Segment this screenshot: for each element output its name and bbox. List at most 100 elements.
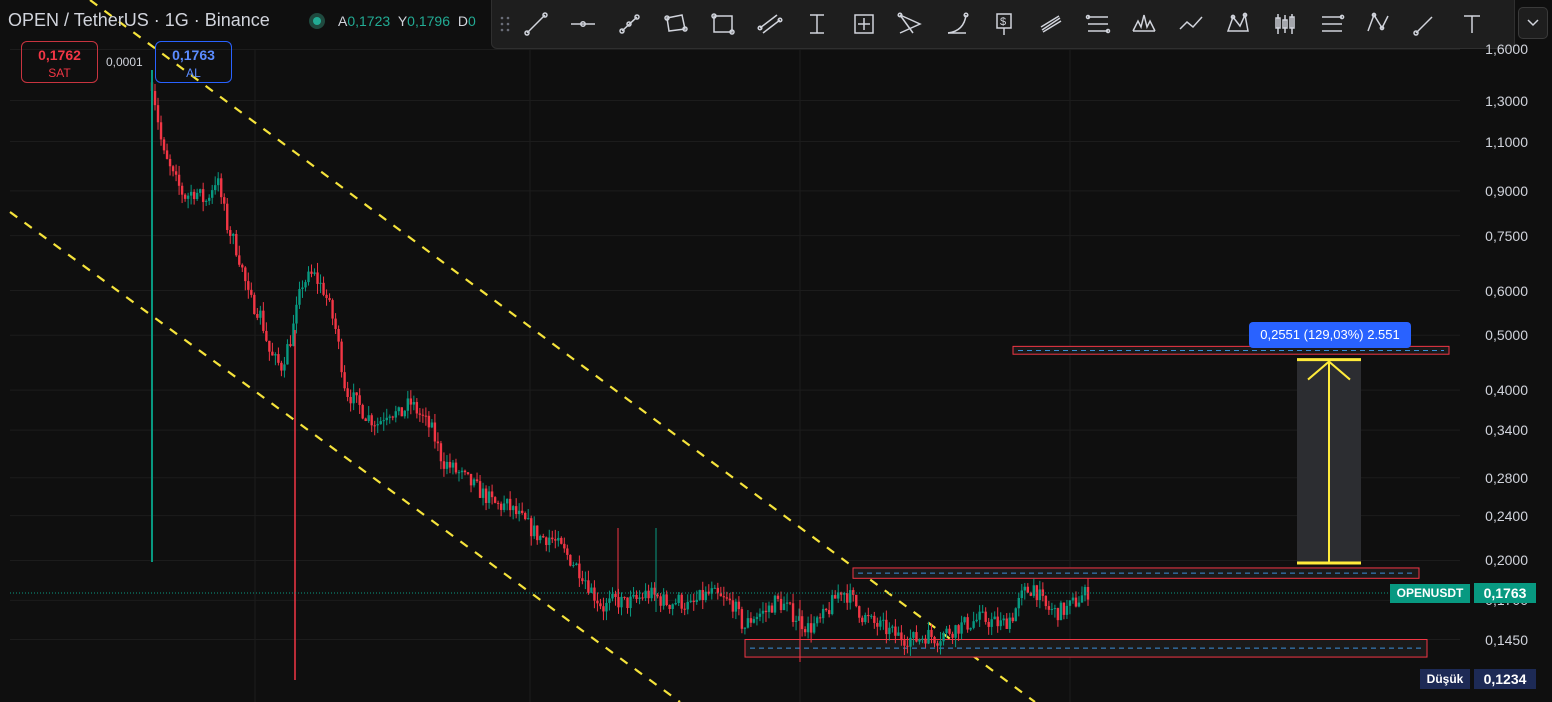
candle-body	[782, 603, 786, 611]
candle	[527, 508, 530, 520]
candle-body	[325, 294, 328, 299]
candle	[701, 581, 704, 610]
candle	[668, 604, 671, 614]
candle-body	[394, 411, 397, 418]
candle-body	[439, 443, 443, 462]
spread-value: 0,0001	[106, 55, 143, 69]
fib-channel-icon[interactable]	[1036, 9, 1066, 39]
candle	[1044, 595, 1048, 610]
candle	[975, 613, 978, 623]
candle-body	[517, 510, 521, 515]
candle-body	[996, 616, 999, 627]
candle	[704, 586, 707, 603]
candle-body	[936, 643, 939, 646]
candle	[1038, 580, 1042, 609]
horizontal-ray-icon[interactable]	[568, 9, 598, 39]
candle-body	[602, 606, 605, 612]
market-status-indicator[interactable]	[309, 13, 325, 29]
parallel-channel-icon[interactable]	[755, 9, 785, 39]
polyline-icon[interactable]	[1176, 9, 1206, 39]
candle-body	[268, 340, 271, 352]
brush-icon[interactable]	[1410, 9, 1440, 39]
price-axis-label: 0,7500	[1485, 227, 1528, 244]
candle	[957, 624, 960, 641]
candle	[229, 226, 232, 244]
arc-icon[interactable]	[942, 9, 972, 39]
candle-body	[180, 185, 184, 195]
rotated-rectangle-icon[interactable]	[661, 9, 691, 39]
candle	[993, 611, 996, 620]
candle	[304, 279, 307, 292]
candle-body	[391, 416, 394, 418]
text-icon[interactable]	[1457, 9, 1487, 39]
candle-body	[918, 639, 921, 642]
candle	[418, 407, 422, 422]
candle	[430, 419, 434, 429]
candle-body	[183, 194, 187, 199]
candle-body	[948, 628, 951, 634]
chart-canvas[interactable]	[0, 0, 1552, 702]
buy-button[interactable]: 0,1763 AL	[155, 41, 232, 83]
candle-body	[662, 594, 665, 606]
pitchfork-icon[interactable]	[895, 9, 925, 39]
candle-body	[274, 354, 277, 356]
candle-body	[791, 603, 795, 622]
candle-body	[201, 189, 205, 202]
xabcd-pattern-icon[interactable]	[1223, 9, 1253, 39]
candle	[566, 544, 569, 560]
toolbar-drag-handle-icon[interactable]	[500, 16, 510, 32]
long-position-icon[interactable]	[1317, 9, 1347, 39]
rectangle-icon[interactable]	[708, 9, 738, 39]
candle-body	[159, 122, 163, 140]
candle-body	[1005, 618, 1008, 629]
chart-pane[interactable]: OPEN / TetherUS · 1G · Binance A0,1723 Y…	[0, 0, 1552, 702]
candle-body	[1074, 597, 1078, 607]
candle-body	[388, 416, 391, 418]
price-label-icon[interactable]: $	[989, 9, 1019, 39]
candle	[505, 498, 509, 511]
candle	[207, 194, 211, 206]
candle-body	[770, 605, 774, 613]
candle	[897, 626, 900, 636]
candle-body	[442, 461, 446, 469]
candle-body	[921, 638, 924, 640]
symbol-title[interactable]: OPEN / TetherUS · 1G · Binance	[8, 10, 270, 31]
candle-body	[1059, 602, 1063, 621]
candle	[791, 593, 795, 627]
candle-body	[229, 230, 232, 236]
candle-body	[903, 640, 906, 646]
date-price-range-icon[interactable]	[849, 9, 879, 39]
sell-button[interactable]: 0,1762 SAT	[21, 41, 98, 83]
candle	[442, 452, 446, 477]
info-line-icon[interactable]	[615, 9, 645, 39]
candle	[984, 607, 987, 625]
candle	[551, 530, 554, 544]
candle-body	[259, 310, 262, 318]
candle-body	[554, 539, 557, 541]
candle-body	[1068, 600, 1072, 606]
price-range-icon[interactable]	[802, 9, 832, 39]
toolbar-more-button[interactable]	[1518, 7, 1548, 39]
candle	[424, 407, 428, 426]
head-shoulders-icon[interactable]	[1129, 9, 1159, 39]
candles-icon[interactable]	[1270, 9, 1300, 39]
zone-resistance	[852, 567, 1420, 579]
candle-body	[530, 518, 533, 537]
candle-body	[605, 602, 608, 612]
candle-body	[692, 600, 695, 602]
candle	[1011, 612, 1014, 623]
candle	[165, 143, 169, 160]
candle-body	[563, 543, 566, 549]
candle-body	[827, 610, 831, 615]
candle	[376, 417, 379, 434]
trend-line-icon[interactable]	[521, 9, 551, 39]
candle-body	[644, 590, 647, 599]
abcd-pattern-icon[interactable]	[1363, 9, 1393, 39]
candle	[1065, 599, 1069, 619]
candle	[244, 266, 247, 291]
candle-body	[867, 614, 870, 617]
candle	[891, 624, 894, 633]
fib-retracement-icon[interactable]	[1083, 9, 1113, 39]
candle-body	[349, 396, 352, 404]
candle	[487, 486, 491, 509]
